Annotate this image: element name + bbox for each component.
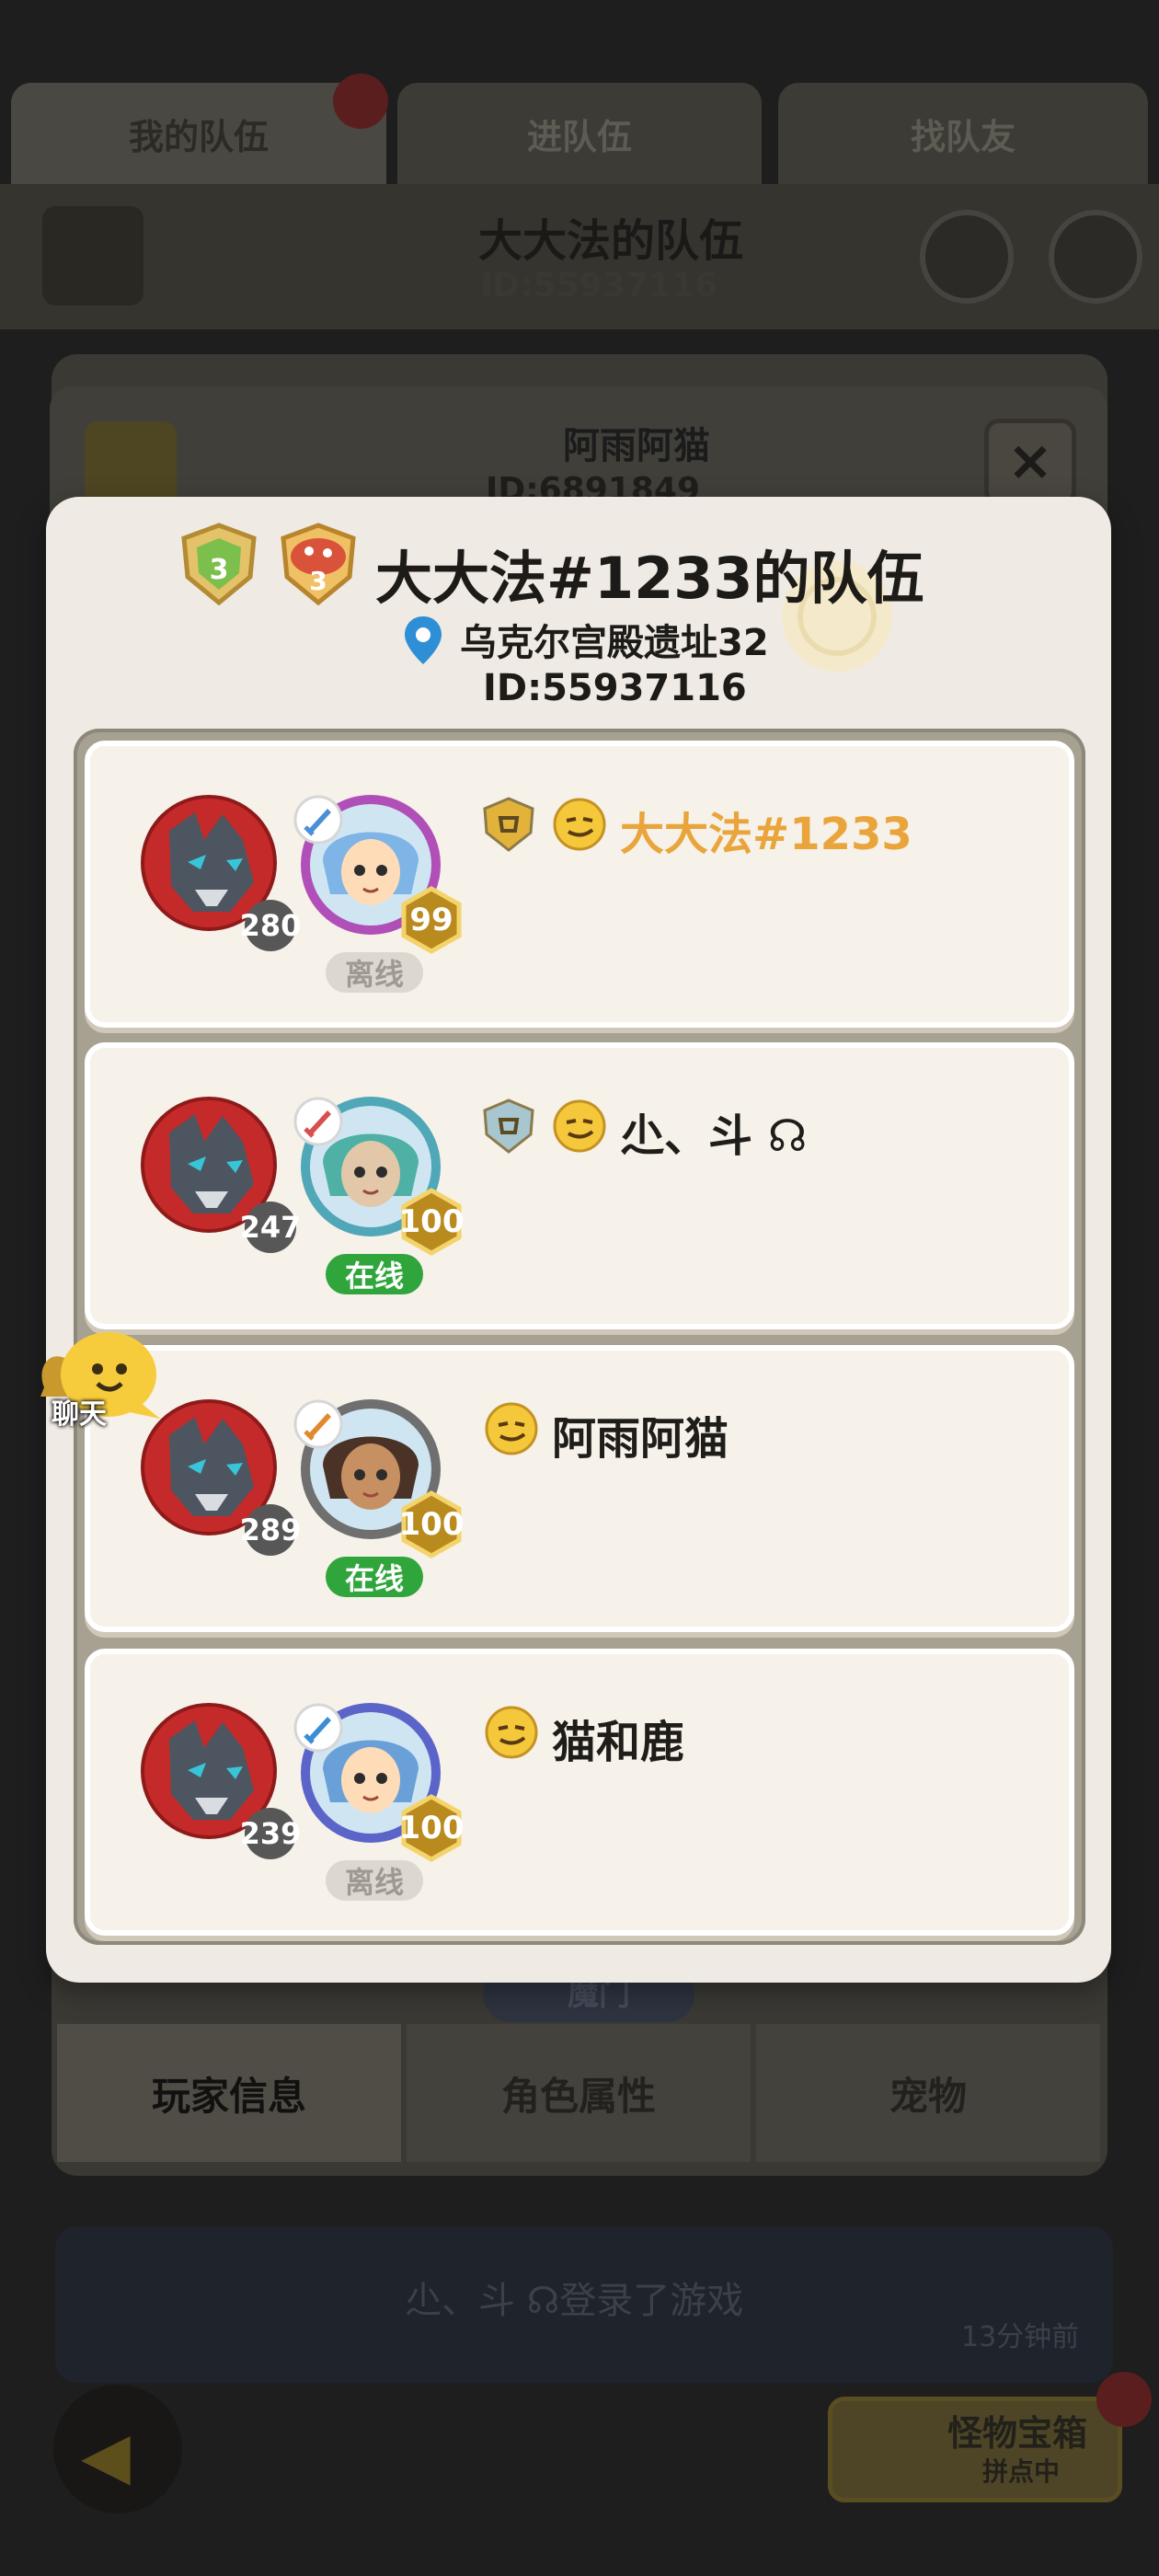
bottom-tab-bar: 玩家信息 角色属性 宠物 <box>57 2024 1100 2162</box>
pet-level-value: 280 <box>239 908 302 943</box>
bg-team-id: ID:55937116 <box>480 267 718 305</box>
settings-gear-icon[interactable] <box>920 210 1014 304</box>
sword-class-icon <box>293 795 343 845</box>
character-level-badge: 99 <box>397 886 465 954</box>
tab-join-team-label: 进队伍 <box>526 116 632 157</box>
treasure-notification-bell-icon <box>1096 2372 1152 2427</box>
tab-player-info[interactable]: 玩家信息 <box>57 2024 401 2162</box>
character-level-badge: 100 <box>397 1794 465 1862</box>
orange-sword-class-icon <box>293 1399 343 1449</box>
notification-text: 尐、斗 ☊登录了游戏 <box>405 2280 744 2322</box>
tab-notification-bell-icon <box>333 74 388 129</box>
team-id: ID:55937116 <box>483 667 747 709</box>
leave-team-icon[interactable] <box>1049 210 1142 304</box>
pet-level-value: 247 <box>239 1210 302 1245</box>
chat-label: 聊天 <box>52 1398 107 1431</box>
smug-face-icon <box>553 1099 606 1153</box>
character-level-value: 100 <box>398 1506 465 1543</box>
treasure-title: 怪物宝箱 <box>947 2413 1088 2454</box>
character-level-badge: 100 <box>397 1188 465 1256</box>
bg-player-name: 阿雨阿猫 <box>563 425 710 467</box>
tab-pets[interactable]: 宠物 <box>756 2024 1100 2162</box>
mushroom-rank-value: 3 <box>309 566 327 596</box>
popup-title: 大大法#1233的队伍 <box>375 545 924 612</box>
edit-icon[interactable] <box>85 421 177 509</box>
tab-find-teammate-label: 找队友 <box>910 116 1016 157</box>
tab-my-team[interactable]: 我的队伍 <box>11 83 386 184</box>
team-location: 乌克尔宫殿遗址32 <box>460 622 769 664</box>
member-status-badge: 离线 <box>326 1860 423 1901</box>
tab-find-teammate[interactable]: 找队友 <box>778 83 1148 184</box>
team-board-button[interactable] <box>42 206 143 305</box>
treasure-subtitle: 拼点中 <box>982 2456 1061 2487</box>
bg-team-title: 大大法的队伍 <box>478 215 744 267</box>
character-level-value: 100 <box>398 1810 465 1846</box>
character-level-value: 99 <box>409 902 453 938</box>
pet-level-value: 239 <box>239 1816 302 1851</box>
tab-pets-label: 宠物 <box>889 2073 967 2119</box>
gold-shield-icon <box>483 797 534 852</box>
pet-level-badge: 247 <box>240 1202 301 1253</box>
member-name: 猫和鹿 <box>552 1717 685 1768</box>
member-status-text: 在线 <box>344 1259 404 1294</box>
tab-player-info-label: 玩家信息 <box>151 2073 306 2119</box>
mushroom-rank-3-icon: 3 <box>281 523 356 606</box>
tab-join-team[interactable]: 进队伍 <box>397 83 762 184</box>
character-level-badge: 100 <box>397 1490 465 1558</box>
tab-my-team-label: 我的队伍 <box>128 116 269 157</box>
member-status-badge: 离线 <box>326 952 423 993</box>
member-name: 尐、斗 ☊ <box>620 1110 808 1162</box>
tab-character-attributes-label: 角色属性 <box>500 2073 656 2119</box>
notification-time: 13分钟前 <box>961 2321 1080 2353</box>
crossed-swords-class-icon <box>293 1097 343 1146</box>
member-name: 阿雨阿猫 <box>552 1413 729 1465</box>
green-rank-value: 3 <box>210 554 229 586</box>
member-status-badge: 在线 <box>326 1557 423 1597</box>
back-arrow-icon: ◀ <box>81 2418 131 2493</box>
member-status-badge: 在线 <box>326 1254 423 1294</box>
tab-character-attributes[interactable]: 角色属性 <box>407 2024 751 2162</box>
pet-level-badge: 280 <box>240 900 301 951</box>
member-status-text: 离线 <box>344 1865 404 1900</box>
top-tab-bar: 我的队伍 进队伍 找队友 <box>0 83 1159 184</box>
pet-level-value: 289 <box>239 1512 302 1547</box>
member-name: 大大法#1233 <box>620 809 912 860</box>
character-level-value: 100 <box>398 1203 465 1240</box>
location-pin-icon <box>405 616 442 664</box>
pet-level-badge: 239 <box>240 1808 301 1859</box>
smug-face-icon <box>485 1706 538 1759</box>
close-button[interactable]: × <box>984 419 1076 506</box>
pet-level-badge: 289 <box>240 1504 301 1556</box>
smug-face-icon <box>485 1402 538 1455</box>
green-rank-3-shield-icon: 3 <box>181 523 257 606</box>
silver-shield-icon <box>483 1098 534 1154</box>
water-swirl-class-icon <box>293 1703 343 1753</box>
member-status-text: 离线 <box>344 957 404 992</box>
member-status-text: 在线 <box>344 1561 404 1596</box>
smug-face-icon <box>553 798 606 851</box>
